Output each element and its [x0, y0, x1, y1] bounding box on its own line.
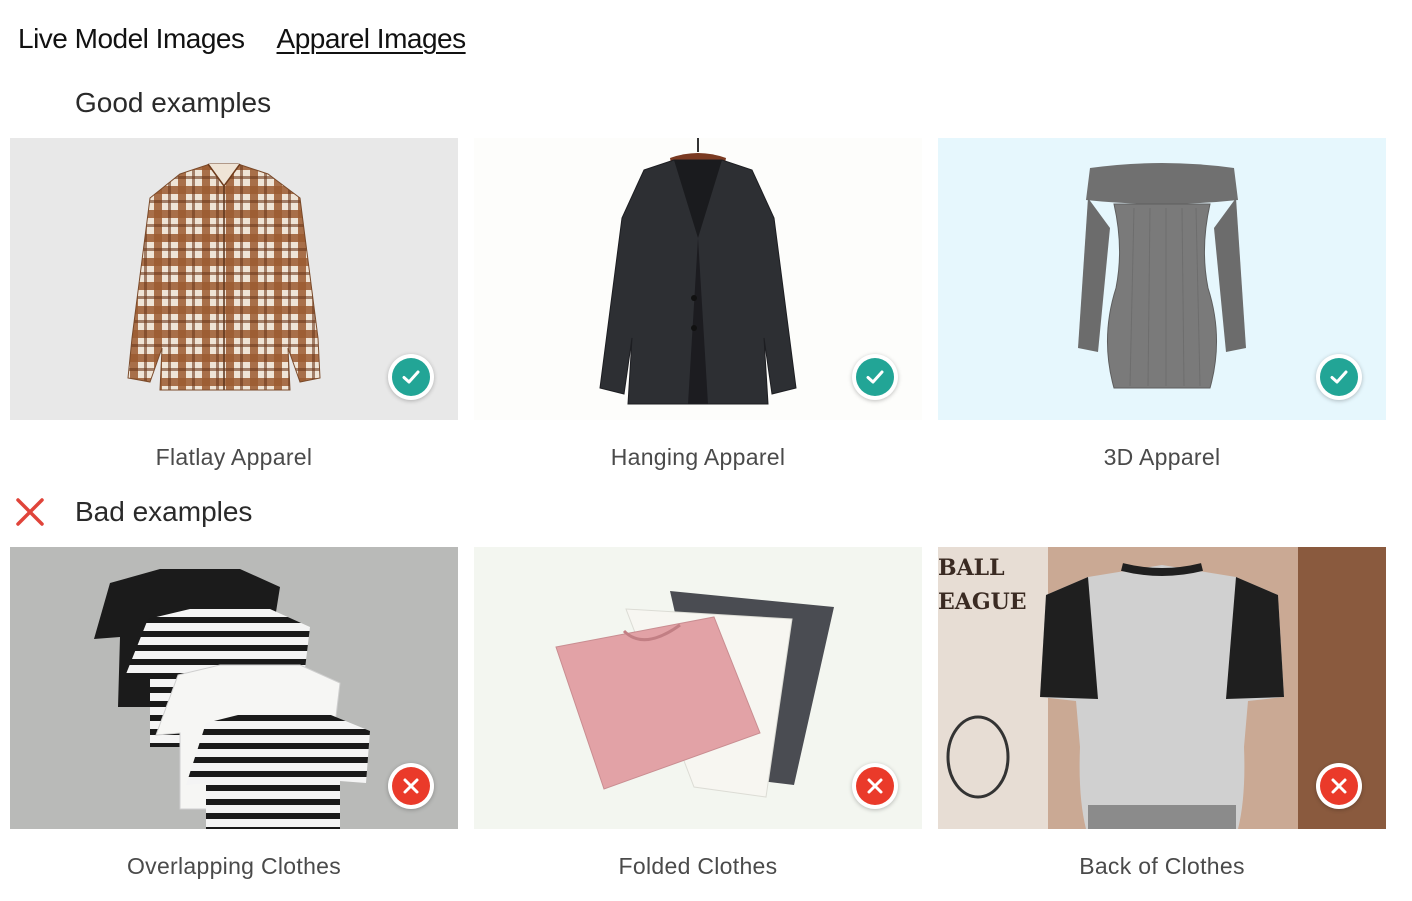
- backdrop-text-line-2: EAGUE: [938, 589, 1027, 615]
- example-card-flatlay: [10, 138, 458, 420]
- good-mark-spacer: [0, 83, 60, 123]
- caption-3d: 3D Apparel: [1103, 444, 1221, 470]
- cross-icon: [0, 492, 60, 532]
- backdrop-text-line-1: BALL: [938, 555, 1005, 581]
- error-icon: [392, 767, 430, 805]
- backdrop-text: BALL EAGUE: [938, 551, 1027, 619]
- check-icon: [392, 358, 430, 396]
- example-card-3d: [938, 138, 1386, 420]
- check-badge: [1316, 354, 1362, 400]
- error-badge: [852, 763, 898, 809]
- caption-flatlay: Flatlay Apparel: [155, 444, 313, 470]
- error-badge: [1316, 763, 1362, 809]
- caption-back: Back of Clothes: [1079, 853, 1245, 879]
- bad-examples-title: Bad examples: [75, 496, 253, 527]
- tab-live-model-images[interactable]: Live Model Images: [18, 20, 245, 60]
- tab-bar: Live Model Images Apparel Images: [18, 20, 466, 60]
- check-icon: [856, 358, 894, 396]
- caption-hanging: Hanging Apparel: [610, 444, 786, 470]
- good-examples-header: Good examples: [0, 83, 271, 123]
- example-card-overlapping: [10, 547, 458, 829]
- error-icon: [856, 767, 894, 805]
- error-icon: [1320, 767, 1358, 805]
- caption-folded: Folded Clothes: [618, 853, 778, 879]
- check-icon: [1320, 358, 1358, 396]
- example-card-folded: [474, 547, 922, 829]
- example-card-hanging: [474, 138, 922, 420]
- check-badge: [852, 354, 898, 400]
- example-card-back: BALL EAGUE: [938, 547, 1386, 829]
- caption-overlapping: Overlapping Clothes: [126, 853, 342, 879]
- error-badge: [388, 763, 434, 809]
- bad-examples-header: Bad examples: [0, 492, 252, 532]
- good-examples-title: Good examples: [75, 87, 272, 118]
- check-badge: [388, 354, 434, 400]
- tab-apparel-images[interactable]: Apparel Images: [277, 20, 467, 60]
